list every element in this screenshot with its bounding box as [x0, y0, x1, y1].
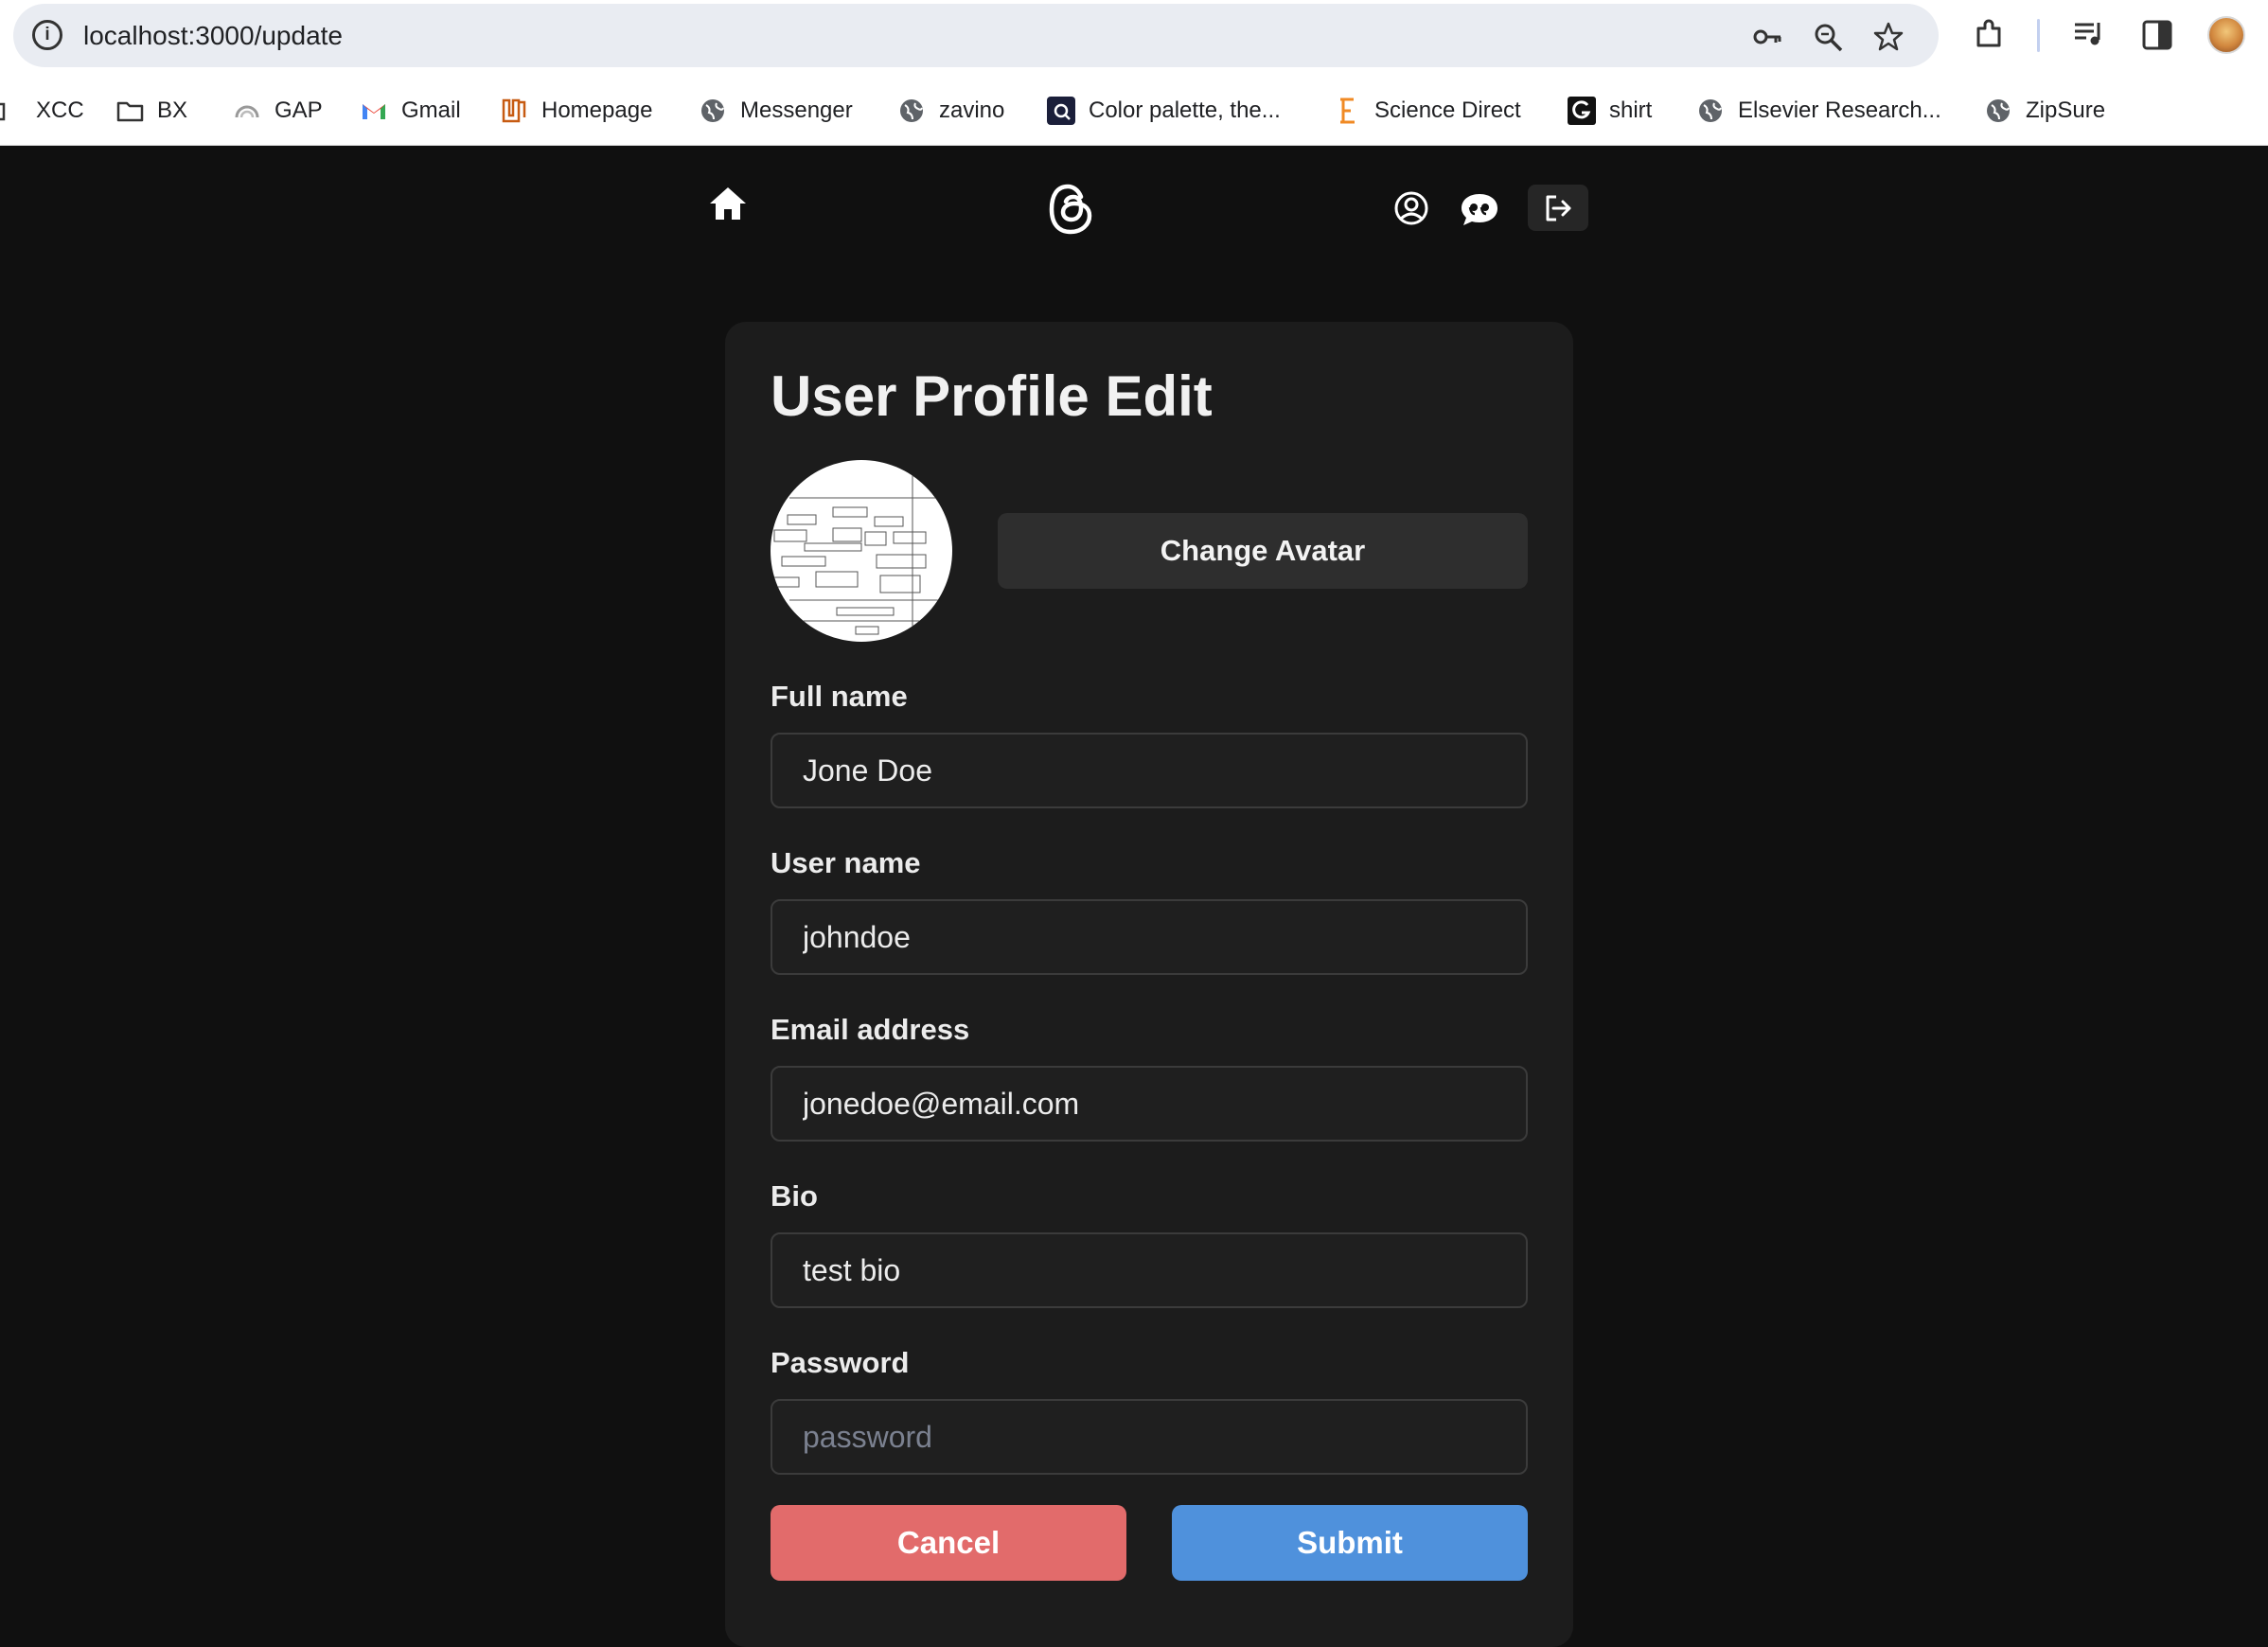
email-input[interactable] [771, 1066, 1528, 1142]
globe-icon [701, 99, 724, 122]
chat-quote-icon[interactable] [1460, 191, 1499, 227]
bookmark-star-icon[interactable] [1872, 21, 1905, 53]
avatar-image [771, 460, 952, 642]
bio-label: Bio [771, 1179, 818, 1213]
bookmark-zavino[interactable]: zavino [897, 91, 1004, 131]
full-name-label: Full name [771, 680, 908, 713]
site-info-icon[interactable]: i [32, 20, 62, 50]
bookmark-label: BX [157, 97, 188, 123]
g-logo-icon [1568, 97, 1596, 125]
side-panel-icon[interactable] [2139, 17, 2175, 53]
submit-button[interactable]: Submit [1172, 1505, 1528, 1581]
bookmark-label: shirt [1609, 97, 1653, 123]
bookmark-bx[interactable]: BX [115, 91, 187, 131]
utd-logo-icon [502, 98, 526, 123]
bookmark-messenger[interactable]: Messenger [699, 91, 853, 131]
gauge-icon [235, 105, 259, 118]
bookmark-label: Messenger [740, 97, 853, 123]
bookmark-label: ZipSure [2026, 97, 2106, 123]
cancel-button[interactable]: Cancel [771, 1505, 1126, 1581]
address-bar-url[interactable]: localhost:3000/update [83, 21, 343, 51]
bookmark-gap[interactable]: GAP [233, 91, 323, 131]
bookmark-label: Homepage [541, 97, 653, 123]
page-title: User Profile Edit [771, 364, 1213, 428]
bookmark-elsevier-research[interactable]: Elsevier Research... [1696, 91, 1941, 131]
bookmark-label: GAP [275, 97, 323, 123]
bookmark-xcc[interactable]: XCC [0, 91, 84, 131]
full-name-input[interactable] [771, 733, 1528, 808]
logout-button[interactable] [1528, 185, 1588, 231]
user-circle-icon[interactable] [1393, 190, 1429, 226]
bookmark-label: zavino [939, 97, 1005, 123]
folder-icon [0, 102, 6, 121]
bookmark-homepage[interactable]: Homepage [500, 91, 652, 131]
browser-profile-avatar[interactable] [2207, 16, 2245, 54]
bookmark-label: Science Direct [1374, 97, 1521, 123]
globe-icon [900, 99, 923, 122]
password-key-icon[interactable] [1751, 21, 1783, 53]
folder-icon [116, 101, 144, 122]
bookmark-label: Gmail [401, 97, 461, 123]
toolbar-separator [2037, 19, 2040, 52]
elsevier-e-icon [1340, 97, 1355, 124]
gmail-icon [363, 104, 385, 119]
bookmark-gmail[interactable]: Gmail [360, 91, 461, 131]
email-label: Email address [771, 1013, 970, 1046]
bookmark-label: Color palette, the... [1089, 97, 1281, 123]
bookmark-zipsure[interactable]: ZipSure [1984, 91, 2105, 131]
avatar [771, 460, 952, 642]
bookmark-science-direct[interactable]: Science Direct [1333, 91, 1521, 131]
extensions-icon[interactable] [1971, 17, 2007, 53]
address-bar[interactable]: i localhost:3000/update [13, 4, 1939, 67]
threads-logo-icon[interactable] [1047, 184, 1094, 235]
palette-icon [1047, 97, 1075, 125]
password-input[interactable] [771, 1399, 1528, 1475]
bio-input[interactable] [771, 1232, 1528, 1308]
logout-icon [1546, 195, 1571, 221]
zoom-icon[interactable] [1812, 21, 1844, 53]
user-name-label: User name [771, 846, 921, 879]
user-name-input[interactable] [771, 899, 1528, 975]
browser-chrome: i localhost:3000/update XCC BX GAP Gmail… [0, 0, 2268, 146]
change-avatar-button[interactable]: Change Avatar [998, 513, 1528, 589]
globe-icon [1699, 99, 1722, 122]
bookmark-label: XCC [36, 97, 84, 123]
globe-icon [1987, 99, 2010, 122]
bookmark-color-palette[interactable]: Color palette, the... [1047, 91, 1281, 131]
bookmark-label: Elsevier Research... [1738, 97, 1941, 123]
password-label: Password [771, 1346, 910, 1379]
bookmark-shirt[interactable]: shirt [1568, 91, 1652, 131]
media-queue-icon[interactable] [2071, 17, 2107, 53]
bookmarks-bar: XCC BX GAP Gmail Homepage Messenger zavi… [0, 91, 2268, 131]
home-icon[interactable] [708, 186, 748, 221]
